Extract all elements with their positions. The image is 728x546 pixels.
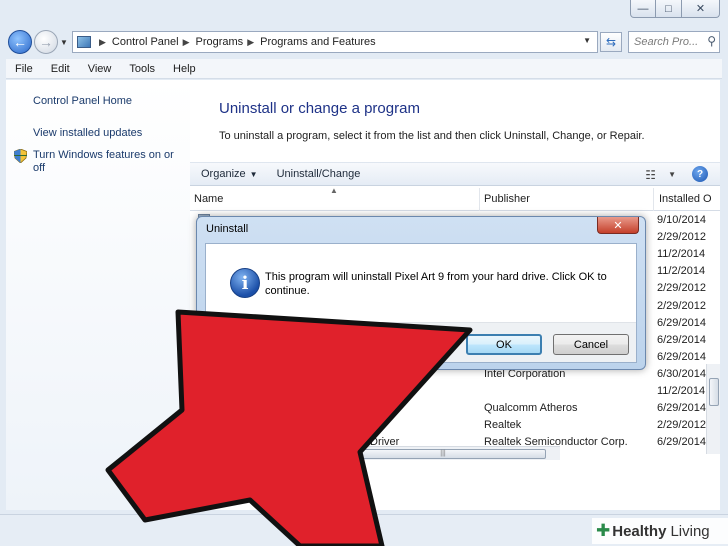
cancel-button[interactable]: Cancel	[553, 334, 629, 355]
watermark-text-living: Living	[670, 522, 710, 540]
sort-ascending-icon: ▲	[330, 186, 338, 195]
menu-view[interactable]: View	[79, 63, 121, 75]
installed-on-cell: 9/10/2014	[657, 214, 706, 226]
navigation-bar: ← → ▼ ▶ Control Panel ▶ Programs ▶ Progr…	[0, 26, 728, 58]
close-icon: ✕	[613, 219, 623, 232]
installed-on-cell: 2/29/2012	[657, 282, 706, 295]
left-navigation-pane: Control Panel Home View installed update…	[6, 80, 190, 510]
recent-pages-dropdown-icon[interactable]: ▼	[60, 38, 68, 47]
refresh-button[interactable]: ⇆	[600, 32, 622, 52]
chevron-down-icon: ▼	[249, 170, 258, 179]
dialog-message: This program will uninstall Pixel Art 9 …	[265, 271, 607, 297]
shield-icon	[14, 149, 27, 163]
program-details-icon	[204, 472, 232, 500]
info-icon: i	[230, 268, 260, 298]
medical-cross-logo-icon: ✚	[596, 521, 611, 540]
publisher-cell: Qualcomm Atheros	[484, 402, 578, 415]
command-toolbar: Organize ▼ Uninstall/Change ☷ ▼ ?	[190, 162, 720, 186]
forward-button[interactable]: →	[34, 30, 58, 54]
horizontal-scrollbar[interactable]: |||	[190, 446, 560, 460]
healthy-living-watermark: ✚ Healthy Living	[592, 518, 728, 544]
uninstall-dialog: Uninstall ✕ i This program will uninstal…	[196, 216, 646, 370]
program-icon	[198, 419, 210, 432]
view-options-icon[interactable]: ☷	[645, 168, 656, 182]
windows-features-link-line2[interactable]: off	[33, 162, 45, 175]
control-panel-icon	[77, 36, 91, 48]
installed-on-cell: 2/29/2012	[657, 231, 706, 244]
uninstall-change-button[interactable]: Uninstall/Change	[277, 168, 361, 180]
close-window-button[interactable]: ✕	[682, 0, 720, 18]
dialog-button-strip: OK Cancel	[206, 322, 636, 362]
installed-on-cell: 11/2/2014	[657, 265, 706, 278]
forward-arrow-icon: →	[39, 34, 53, 50]
chevron-right-icon[interactable]: ▶	[183, 37, 190, 48]
caption-buttons: — □ ✕	[630, 0, 720, 18]
search-icon[interactable]: ⚲	[707, 34, 716, 48]
column-publisher[interactable]: Publisher	[484, 193, 530, 205]
minimize-button[interactable]: —	[630, 0, 656, 18]
program-icon	[198, 402, 210, 415]
column-name[interactable]: Name	[194, 193, 223, 205]
table-row[interactable]: Realtek 2/29/2012	[190, 417, 720, 434]
menu-bar: File Edit View Tools Help	[6, 59, 722, 79]
address-dropdown-icon[interactable]: ▼	[583, 36, 591, 45]
menu-help[interactable]: Help	[164, 63, 205, 75]
watermark-text-healthy: Healthy	[612, 522, 667, 540]
search-placeholder: Search Pro...	[634, 36, 699, 48]
table-row[interactable]: 11/2/2014	[190, 383, 720, 400]
back-arrow-icon: ←	[13, 34, 27, 50]
back-button[interactable]: ←	[8, 30, 32, 54]
table-row[interactable]: llation Qualcomm Atheros 6/29/2014	[190, 400, 720, 417]
search-input[interactable]: Search Pro... ⚲	[628, 31, 720, 53]
vertical-scrollbar[interactable]	[706, 364, 720, 454]
publisher-cell: Realtek	[484, 419, 522, 432]
maximize-button[interactable]: □	[656, 0, 682, 18]
ok-button[interactable]: OK	[466, 334, 542, 355]
dialog-title: Uninstall	[206, 223, 249, 235]
chevron-right-icon[interactable]: ▶	[247, 37, 254, 48]
chevron-right-icon[interactable]: ▶	[99, 37, 106, 48]
menu-edit[interactable]: Edit	[42, 63, 79, 75]
vertical-scroll-thumb[interactable]	[709, 378, 719, 406]
breadcrumb-programs-and-features[interactable]: Programs and Features	[260, 36, 376, 48]
address-bar[interactable]: ▶ Control Panel ▶ Programs ▶ Programs an…	[72, 31, 598, 53]
refresh-icon: ⇆	[605, 35, 617, 49]
breadcrumb-programs[interactable]: Programs	[196, 36, 244, 48]
dialog-body: i This program will uninstall Pixel Art …	[205, 243, 637, 363]
installed-on-cell: 6/29/2014	[657, 350, 706, 363]
windows-features-link-line1[interactable]: Turn Windows features on or	[33, 149, 174, 162]
dialog-close-button[interactable]: ✕	[597, 217, 639, 234]
breadcrumb-control-panel[interactable]: Control Panel	[112, 36, 179, 48]
column-header-row: ▲ Name Publisher Installed O	[190, 186, 720, 211]
menu-tools[interactable]: Tools	[120, 63, 164, 75]
installed-on-cell: 11/2/2014	[657, 385, 706, 397]
view-dropdown-icon[interactable]: ▼	[668, 170, 676, 179]
view-installed-updates-link[interactable]: View installed updates	[33, 127, 142, 140]
installed-on-cell: 6/29/2014	[657, 436, 706, 449]
column-divider[interactable]	[479, 188, 480, 211]
program-icon	[198, 385, 210, 397]
installed-on-cell: 11/2/2014	[657, 248, 706, 261]
installed-on-cell: 6/29/2014	[657, 402, 706, 415]
installed-on-cell: 2/29/2012	[657, 299, 706, 312]
help-icon[interactable]: ?	[692, 166, 708, 182]
installed-on-cell: 6/30/2014	[657, 367, 706, 380]
control-panel-home-link[interactable]: Control Panel Home	[33, 95, 132, 108]
column-installed-on[interactable]: Installed O	[659, 193, 712, 205]
page-description: To uninstall a program, select it from t…	[219, 130, 645, 142]
program-name-cell: llation	[370, 402, 399, 415]
page-title: Uninstall or change a program	[219, 100, 420, 117]
installed-on-cell: 2/29/2012	[657, 419, 706, 432]
installed-on-cell: 6/29/2014	[657, 316, 706, 329]
installed-on-cell: 6/29/2014	[657, 333, 706, 346]
organize-button[interactable]: Organize ▼	[201, 168, 258, 180]
horizontal-scroll-thumb[interactable]: |||	[340, 449, 546, 459]
menu-file[interactable]: File	[6, 63, 42, 75]
column-divider[interactable]	[653, 188, 654, 211]
